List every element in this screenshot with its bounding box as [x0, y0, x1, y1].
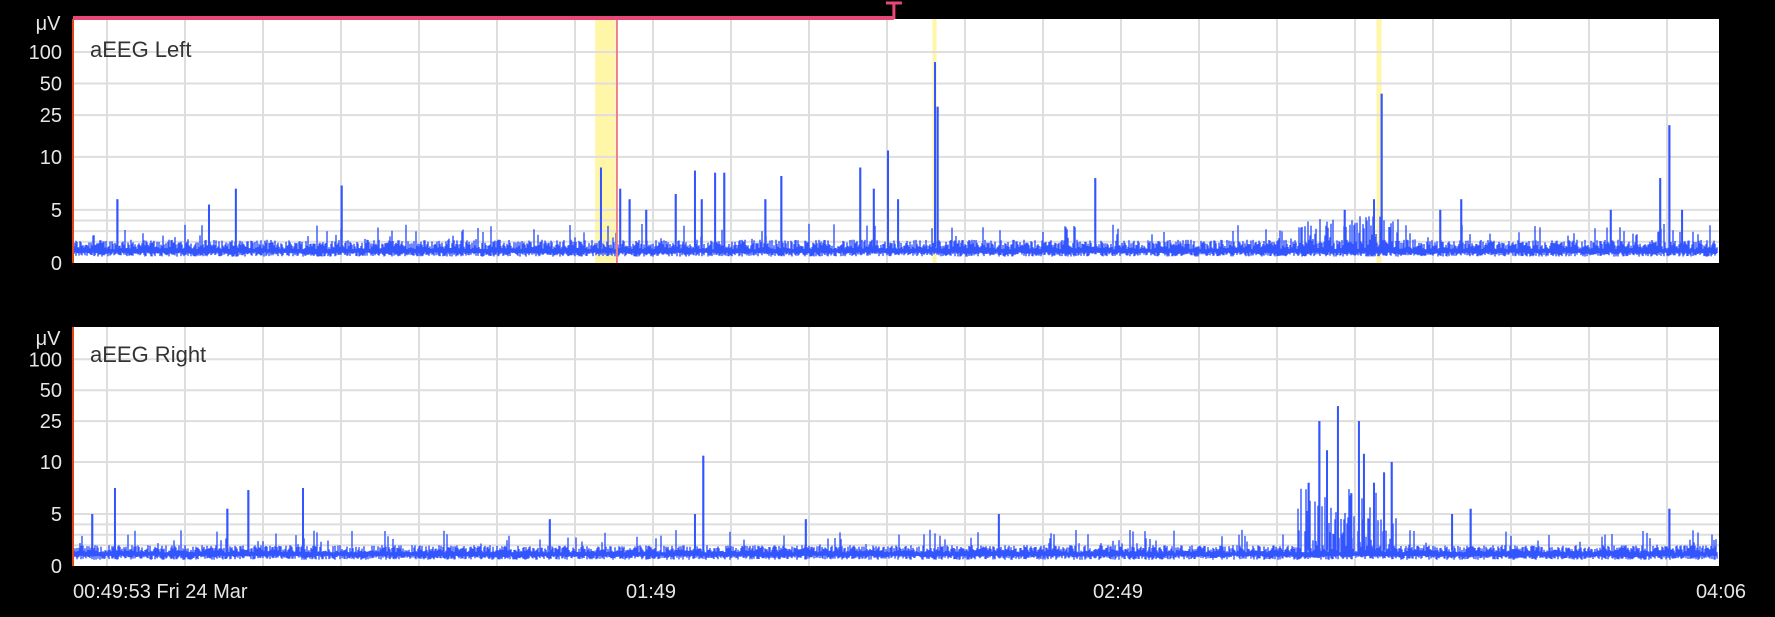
plot-area — [73, 327, 1719, 566]
aeeg-chart: μV 10050251050aEEG Left μV 10050251050aE… — [29, 1, 1746, 603]
y-tick-label: 10 — [40, 452, 62, 474]
aeeg-right-panel: μV 10050251050aEEG Right — [29, 327, 1719, 578]
y-tick-label: 10 — [40, 147, 62, 169]
y-tick-label: 50 — [40, 74, 62, 96]
y-tick-label: 50 — [40, 380, 62, 402]
plot-area — [73, 19, 1719, 263]
y-tick-label: 0 — [51, 556, 62, 578]
y-tick-label: 100 — [29, 349, 62, 371]
y-tick-label: 0 — [51, 253, 62, 275]
x-tick-label: 00:49:53 Fri 24 Mar — [73, 581, 248, 603]
panel-title: aEEG Left — [90, 37, 192, 62]
x-tick-label: 01:49 — [626, 581, 676, 603]
aeeg-left-panel: μV 10050251050aEEG Left — [29, 1, 1719, 275]
y-tick-label: 25 — [40, 105, 62, 127]
x-axis: 00:49:53 Fri 24 Mar 01:49 02:49 04:06 — [73, 581, 1746, 603]
y-tick-label: 25 — [40, 411, 62, 433]
panel-title: aEEG Right — [90, 342, 206, 367]
event-band — [595, 19, 616, 263]
y-tick-label: 5 — [51, 504, 62, 526]
y-unit-label: μV — [36, 328, 62, 350]
x-tick-label: 02:49 — [1093, 581, 1143, 603]
y-tick-label: 100 — [29, 42, 62, 64]
y-tick-label: 5 — [51, 200, 62, 222]
y-unit-label: μV — [36, 13, 62, 35]
x-tick-label: 04:06 — [1696, 581, 1746, 603]
